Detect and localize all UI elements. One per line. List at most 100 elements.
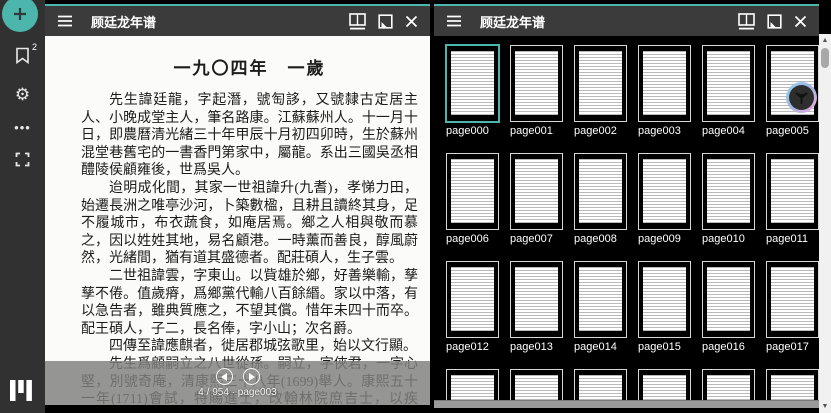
thumbnail-page018[interactable]: page018 xyxy=(446,369,491,401)
thumbnail-page000[interactable]: page000 xyxy=(446,45,491,137)
thumbnail-page016[interactable]: page016 xyxy=(702,261,747,353)
gallery-view-mode-button[interactable] xyxy=(736,11,757,32)
hamburger-icon xyxy=(57,15,73,27)
thumbnail-page-image[interactable] xyxy=(702,369,755,401)
vertical-scrollbar[interactable]: ▲ ▼ xyxy=(819,34,831,413)
thumbnail-page011[interactable]: page011 xyxy=(766,153,811,245)
thumbnail-page023[interactable]: page023 xyxy=(766,369,811,401)
thumbnail-page006[interactable]: page006 xyxy=(446,153,491,245)
thumbnail-page015[interactable]: page015 xyxy=(638,261,683,353)
arrow-right-icon xyxy=(248,373,255,381)
settings-button[interactable]: ⚙ xyxy=(0,82,45,108)
more-options-button[interactable]: ••• xyxy=(0,114,45,140)
scroll-down-button[interactable]: ▼ xyxy=(819,400,831,413)
thumbnail-page-image[interactable] xyxy=(638,261,691,338)
thumbnail-label: page006 xyxy=(446,233,491,245)
gallery-close-button[interactable] xyxy=(792,13,809,30)
thumbnail-page-image[interactable] xyxy=(574,153,627,230)
thumbnail-page008[interactable]: page008 xyxy=(574,153,619,245)
scroll-up-button[interactable]: ▲ xyxy=(819,34,831,47)
window-list-button[interactable]: 2 xyxy=(0,44,45,70)
workspace-fullscreen-button[interactable] xyxy=(0,146,45,172)
thumbnail-page-image[interactable] xyxy=(510,45,563,122)
navigation-overlay: 4 / 954 · page003 xyxy=(45,361,430,405)
thumbnail-page-image[interactable] xyxy=(766,261,819,338)
page-paragraph: 二世祖諱雲，字東山。以貲雄於鄉，好善樂輸，孳孳不倦。值歲瘠，爲鄉黨代輸八百餘緡。… xyxy=(81,268,418,338)
gallery-maximize-button[interactable] xyxy=(765,12,784,31)
add-window-button[interactable] xyxy=(2,0,38,32)
viewer-window-header: 顾廷龙年谱 xyxy=(45,6,430,36)
page-position-caption: 4 / 954 · page003 xyxy=(198,387,276,398)
thumbnail-page022[interactable]: page022 xyxy=(702,369,747,401)
thumbnail-page-image[interactable] xyxy=(574,45,627,122)
thumbnail-page-image[interactable] xyxy=(446,369,499,401)
thumbnail-page-image[interactable] xyxy=(638,45,691,122)
previous-page-button[interactable] xyxy=(216,368,233,385)
thumbnail-page009[interactable]: page009 xyxy=(638,153,683,245)
book-view-icon xyxy=(349,13,366,30)
viewer-menu-button[interactable] xyxy=(55,13,75,29)
thumbnail-page002[interactable]: page002 xyxy=(574,45,619,137)
thumbnail-label: page008 xyxy=(574,233,619,245)
thumbnail-page-image[interactable] xyxy=(510,369,563,401)
viewer-maximize-button[interactable] xyxy=(376,12,395,31)
trident-icon xyxy=(789,85,814,110)
thumbnail-label: page013 xyxy=(510,341,555,353)
thumbnail-page-image[interactable] xyxy=(445,44,500,123)
thumbnail-page-image[interactable] xyxy=(766,153,819,230)
close-icon xyxy=(794,15,807,28)
annotation-extension-button[interactable] xyxy=(786,82,817,113)
thumbnail-page003[interactable]: page003 xyxy=(638,45,683,137)
thumbnail-page-image[interactable] xyxy=(702,261,755,338)
viewer-window: 顾廷龙年谱 一九〇四年 一歲 先生諱廷龍，字起潛，號匋誃，又號隸古定居主人、小晚… xyxy=(45,4,430,405)
ellipsis-icon: ••• xyxy=(14,120,31,135)
plus-icon xyxy=(12,6,28,22)
page-canvas[interactable]: 一九〇四年 一歲 先生諱廷龍，字起潛，號匋誃，又號隸古定居主人、小晚成堂主人，筆… xyxy=(45,36,430,405)
thumbnail-page-image[interactable] xyxy=(702,45,755,122)
scrollbar-thumb[interactable] xyxy=(821,48,829,68)
thumbnail-page007[interactable]: page007 xyxy=(510,153,555,245)
page-paragraph: 四傳至諱應麒者，徙居郡城弦歌里，始以文行顯。 xyxy=(81,338,418,356)
thumbnail-page014[interactable]: page014 xyxy=(574,261,619,353)
thumbnail-label: page010 xyxy=(702,233,747,245)
workspace-sidebar: 2 ⚙ ••• xyxy=(0,0,45,413)
gallery-window: 顾廷龙年谱 page000page001page002page003page00… xyxy=(434,4,819,408)
thumbnail-page020[interactable]: page020 xyxy=(574,369,619,401)
thumbnail-page-image[interactable] xyxy=(638,153,691,230)
thumbnail-label: page017 xyxy=(766,341,811,353)
thumbnail-page-image[interactable] xyxy=(766,369,819,401)
thumbnail-label: page015 xyxy=(638,341,683,353)
thumbnail-page-image[interactable] xyxy=(510,261,563,338)
thumbnail-page017[interactable]: page017 xyxy=(766,261,811,353)
thumbnail-grid: page000 page001 page002 page003 page004 page0… xyxy=(446,45,819,401)
thumbnail-page019[interactable]: page019 xyxy=(510,369,555,401)
thumbnail-area: page000 page001 page002 page003 page004 page0… xyxy=(434,36,819,401)
thumbnail-label: page016 xyxy=(702,341,747,353)
thumbnail-page-image[interactable] xyxy=(446,261,499,338)
close-icon xyxy=(405,15,418,28)
thumbnail-page-image[interactable] xyxy=(446,153,499,230)
gallery-menu-button[interactable] xyxy=(444,13,464,29)
thumbnail-page-image[interactable] xyxy=(574,369,627,401)
fullscreen-icon xyxy=(15,152,30,167)
thumbnail-page021[interactable]: page021 xyxy=(638,369,683,401)
next-page-button[interactable] xyxy=(243,368,260,385)
page-heading: 一九〇四年 一歲 xyxy=(81,54,418,79)
thumbnail-page-image[interactable] xyxy=(510,153,563,230)
thumbnail-page004[interactable]: page004 xyxy=(702,45,747,137)
viewer-close-button[interactable] xyxy=(403,13,420,30)
thumbnail-label: page005 xyxy=(766,125,811,137)
horizontal-scrollbar[interactable] xyxy=(434,400,819,408)
thumbnail-label: page011 xyxy=(766,233,811,245)
thumbnail-page013[interactable]: page013 xyxy=(510,261,555,353)
hamburger-icon xyxy=(446,15,462,27)
thumbnail-page010[interactable]: page010 xyxy=(702,153,747,245)
thumbnail-page-image[interactable] xyxy=(702,153,755,230)
thumbnail-page001[interactable]: page001 xyxy=(510,45,555,137)
thumbnail-label: page002 xyxy=(574,125,619,137)
thumbnail-page-image[interactable] xyxy=(574,261,627,338)
thumbnail-page-image[interactable] xyxy=(638,369,691,401)
viewer-view-mode-button[interactable] xyxy=(347,11,368,32)
thumbnail-page012[interactable]: page012 xyxy=(446,261,491,353)
viewer-window-title: 顾廷龙年谱 xyxy=(91,12,343,31)
